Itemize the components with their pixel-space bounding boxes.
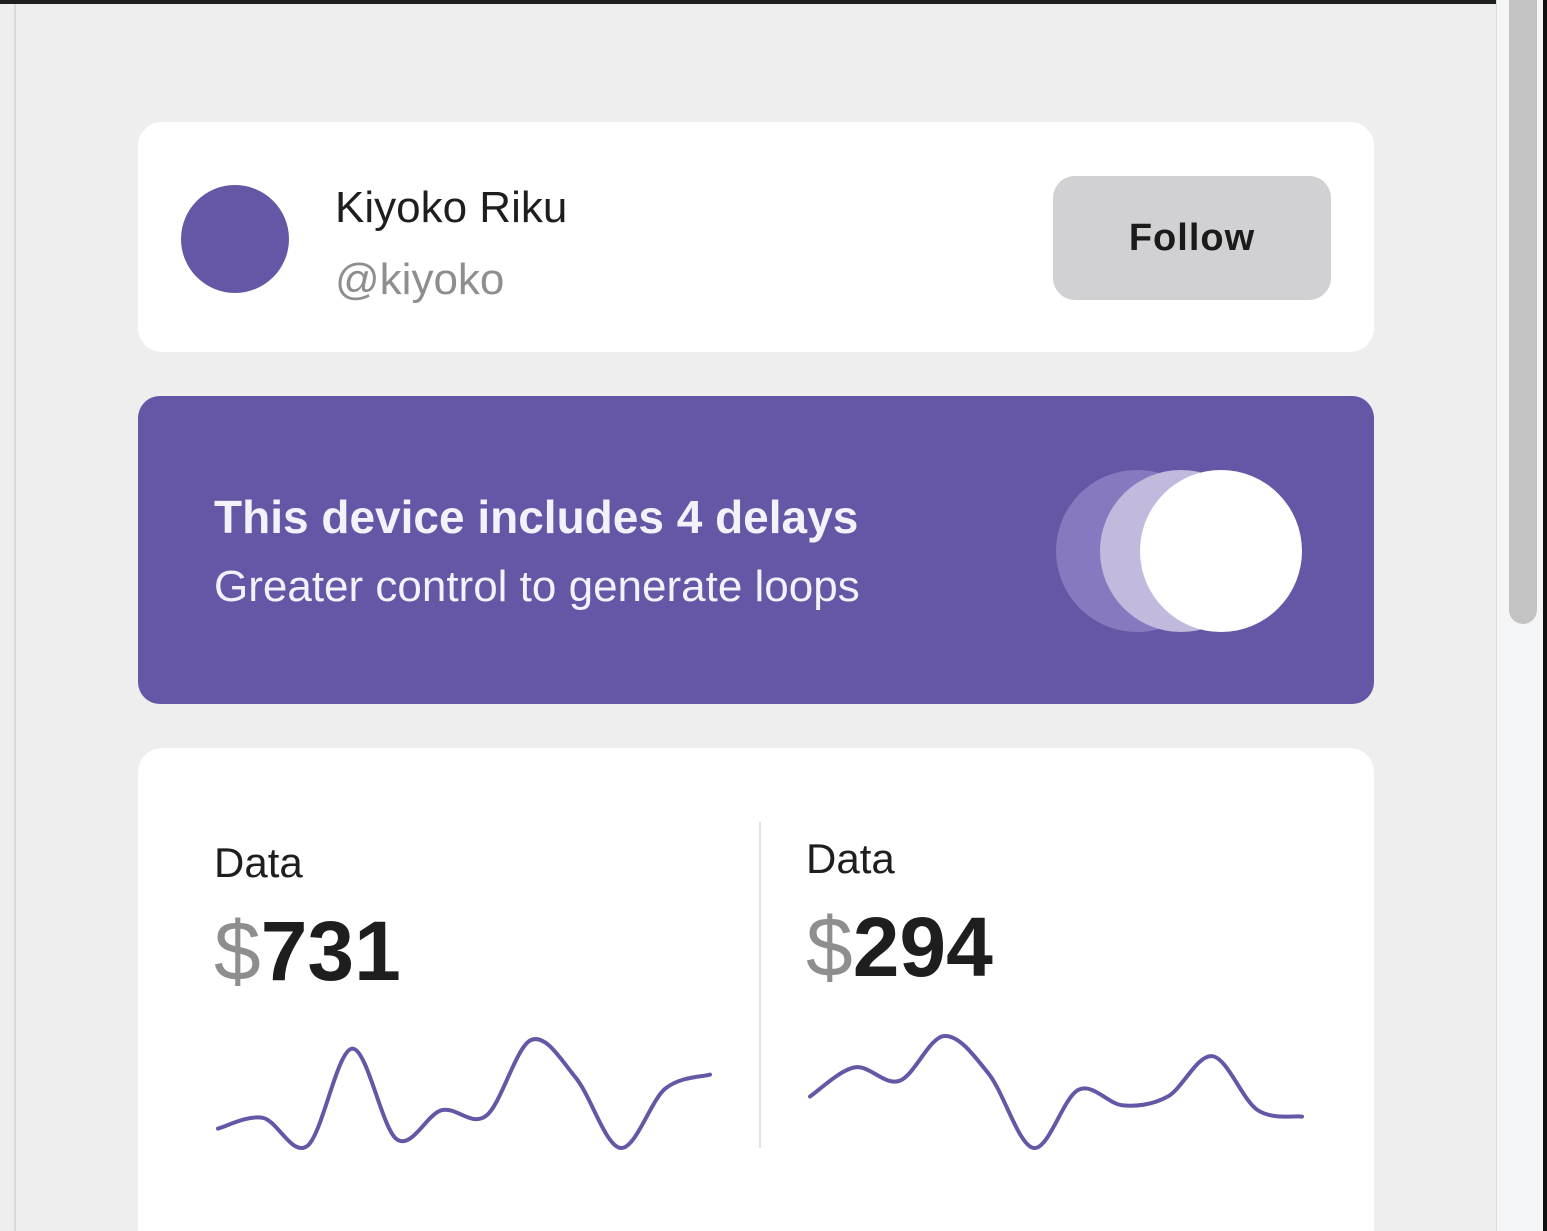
currency-symbol: $	[214, 904, 261, 998]
profile-card: Kiyoko Riku @kiyoko Follow	[138, 122, 1374, 352]
sparkline-series	[216, 1037, 712, 1150]
page-viewport: Kiyoko Riku @kiyoko Follow This device i…	[0, 4, 1496, 1231]
stat-amount: 294	[852, 900, 993, 994]
sparkline-chart	[808, 1034, 1304, 1150]
stat-label: Data	[806, 835, 895, 882]
profile-handle: @kiyoko	[335, 255, 505, 304]
stat-label: Data	[214, 839, 303, 886]
promo-subtitle: Greater control to generate loops	[214, 562, 860, 611]
stat-block-1: Data $731	[214, 748, 734, 1168]
stat-value: $294	[806, 902, 993, 992]
stats-card: Data $731 Data $294	[138, 748, 1374, 1231]
delay-toggle[interactable]	[1056, 470, 1302, 632]
stat-amount: 731	[260, 904, 401, 998]
scrollbar[interactable]	[1496, 0, 1547, 1231]
avatar[interactable]	[181, 185, 289, 293]
stat-value: $731	[214, 906, 401, 996]
follow-button[interactable]: Follow	[1053, 176, 1331, 300]
promo-banner: This device includes 4 delays Greater co…	[138, 396, 1374, 704]
stat-divider	[759, 822, 761, 1148]
promo-title: This device includes 4 delays	[214, 491, 859, 543]
window-edge	[1543, 0, 1547, 1231]
stat-block-2: Data $294	[806, 748, 1326, 1168]
viewport-edge	[14, 4, 16, 1231]
sparkline-series	[808, 1034, 1304, 1150]
toggle-knob	[1140, 470, 1302, 632]
sparkline-chart	[216, 1037, 712, 1150]
scrollbar-thumb[interactable]	[1509, 0, 1537, 624]
currency-symbol: $	[806, 900, 853, 994]
profile-name: Kiyoko Riku	[335, 183, 568, 232]
